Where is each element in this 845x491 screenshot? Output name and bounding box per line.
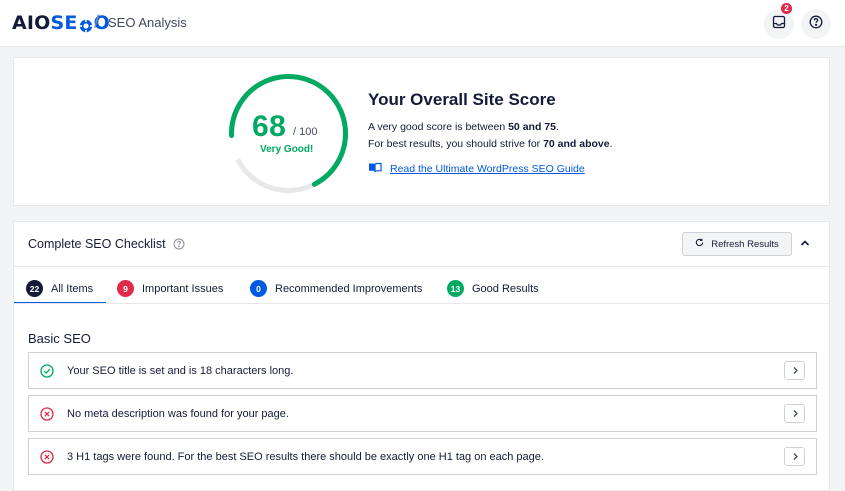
error-circle-icon xyxy=(40,407,54,426)
checklist-item-text: Your SEO title is set and is 18 characte… xyxy=(67,365,294,377)
checklist-item-text: 3 H1 tags were found. For the best SEO r… xyxy=(67,451,544,463)
checklist-help-icon[interactable] xyxy=(173,237,185,255)
logo-text-aio: AIO xyxy=(12,12,51,34)
tab-important-issues[interactable]: 9 Important Issues xyxy=(117,275,223,302)
score-max: / 100 xyxy=(293,126,318,138)
tab-all-items[interactable]: 22 All Items xyxy=(26,275,93,302)
error-circle-icon xyxy=(40,450,54,469)
checklist-item[interactable]: No meta description was found for your p… xyxy=(28,395,817,432)
tab-good-results[interactable]: 13 Good Results xyxy=(447,275,539,302)
check-circle-icon xyxy=(40,364,54,383)
notification-count-badge: 2 xyxy=(781,3,792,14)
score-heading: Your Overall Site Score xyxy=(368,90,556,109)
tabs-divider xyxy=(14,303,829,304)
score-target-text: For best results, you should strive for … xyxy=(368,138,613,150)
tab-recommended-improvements[interactable]: 0 Recommended Improvements xyxy=(250,275,422,302)
seo-guide-link-label: Read the Ultimate WordPress SEO Guide xyxy=(390,163,585,175)
breadcrumb-separator: / xyxy=(94,12,100,32)
help-button[interactable] xyxy=(801,9,831,39)
tab-count-badge: 13 xyxy=(447,280,464,297)
expand-chevron-right-icon[interactable] xyxy=(784,404,805,423)
tab-count-badge: 0 xyxy=(250,280,267,297)
score-range-text: A very good score is between 50 and 75. xyxy=(368,121,559,133)
notifications-button[interactable] xyxy=(764,9,794,39)
section-title-basic-seo: Basic SEO xyxy=(28,331,91,346)
checklist-item[interactable]: Your SEO title is set and is 18 characte… xyxy=(28,352,817,389)
refresh-results-label: Refresh Results xyxy=(711,238,779,250)
tab-count-badge: 9 xyxy=(117,280,134,297)
score-rating-label: Very Good! xyxy=(260,144,314,155)
tab-label: Recommended Improvements xyxy=(275,282,423,295)
tab-label: Important Issues xyxy=(142,282,224,295)
checklist-title: Complete SEO Checklist xyxy=(28,237,166,251)
help-icon xyxy=(809,15,823,34)
refresh-results-button[interactable]: Refresh Results xyxy=(682,232,792,256)
seo-guide-link[interactable]: Read the Ultimate WordPress SEO Guide xyxy=(368,162,585,176)
checklist-header-divider xyxy=(14,266,829,267)
checklist-item[interactable]: 3 H1 tags were found. For the best SEO r… xyxy=(28,438,817,475)
logo-text-se: SE xyxy=(50,12,78,34)
score-value: 68 xyxy=(252,110,287,143)
seo-checklist-card: Complete SEO Checklist Refresh Results 2… xyxy=(13,221,830,491)
score-gauge xyxy=(229,74,348,193)
tab-count-badge: 22 xyxy=(26,280,43,297)
tab-label: Good Results xyxy=(472,282,539,295)
page-title: SEO Analysis xyxy=(108,15,187,30)
refresh-icon xyxy=(695,238,704,250)
logo-gear-icon xyxy=(79,16,93,33)
expand-chevron-right-icon[interactable] xyxy=(784,447,805,466)
inbox-icon xyxy=(772,15,786,34)
tab-label: All Items xyxy=(51,282,94,295)
top-bar: AIO SE O / SEO Analysis 2 xyxy=(0,0,845,47)
expand-chevron-right-icon[interactable] xyxy=(784,361,805,380)
site-score-card: 68 / 100 Very Good! Your Overall Site Sc… xyxy=(13,57,830,206)
book-icon xyxy=(368,162,382,176)
collapse-chevron-up-icon[interactable] xyxy=(799,236,811,254)
checklist-item-text: No meta description was found for your p… xyxy=(67,408,289,420)
